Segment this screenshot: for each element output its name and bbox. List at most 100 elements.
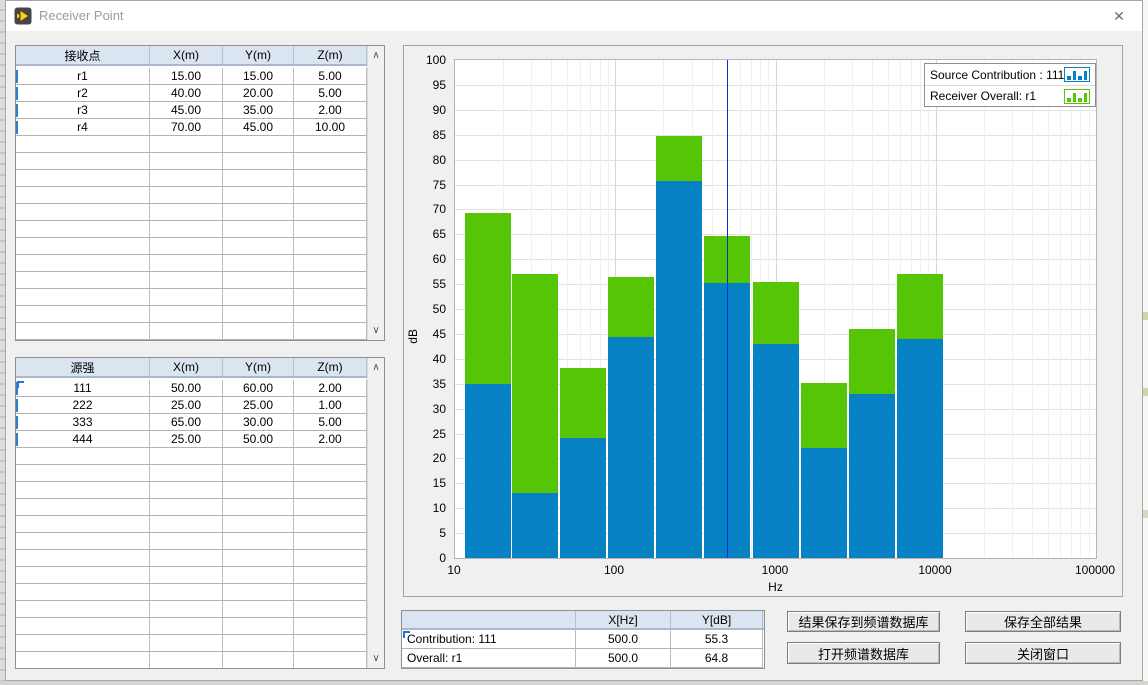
- receiver-table-cell[interactable]: [294, 323, 367, 340]
- source-table-cell[interactable]: 65.00: [150, 414, 223, 431]
- source-table-cell[interactable]: 25.00: [150, 431, 223, 448]
- source-table-cell[interactable]: [294, 448, 367, 465]
- receiver-table-row[interactable]: [16, 306, 367, 323]
- source-table-cell[interactable]: [16, 652, 150, 668]
- receiver-table-cell[interactable]: [294, 221, 367, 238]
- receiver-table-row[interactable]: r115.0015.005.00: [16, 68, 367, 85]
- close-icon[interactable]: ✕: [1104, 5, 1134, 27]
- receiver-table-cell[interactable]: [294, 153, 367, 170]
- source-table-cell[interactable]: [150, 601, 223, 618]
- source-table-cell[interactable]: 25.00: [223, 397, 294, 414]
- receiver-table-cell[interactable]: r1: [16, 68, 150, 85]
- source-table-row[interactable]: [16, 499, 367, 516]
- receiver-table-cell[interactable]: [150, 323, 223, 340]
- receiver-table-row[interactable]: r240.0020.005.00: [16, 85, 367, 102]
- source-table-cell[interactable]: [223, 465, 294, 482]
- source-table-cell[interactable]: [223, 618, 294, 635]
- source-table-cell[interactable]: [16, 618, 150, 635]
- readout-table-cell[interactable]: 500.0: [576, 630, 671, 649]
- source-table-scrollbar[interactable]: ∧ ∨: [367, 358, 384, 668]
- receiver-table-cell[interactable]: [150, 272, 223, 289]
- source-table-cell[interactable]: [150, 550, 223, 567]
- receiver-table-cell[interactable]: [16, 221, 150, 238]
- source-table-cell[interactable]: [16, 635, 150, 652]
- receiver-table-cell[interactable]: [16, 187, 150, 204]
- receiver-table-cell[interactable]: [223, 187, 294, 204]
- source-table-row[interactable]: 44425.0050.002.00: [16, 431, 367, 448]
- receiver-table-cell[interactable]: 10.00: [294, 119, 367, 136]
- source-table-cell[interactable]: [16, 601, 150, 618]
- receiver-table-cell[interactable]: [16, 170, 150, 187]
- source-table-row[interactable]: [16, 465, 367, 482]
- source-table-cell[interactable]: [294, 550, 367, 567]
- receiver-table-cell[interactable]: 15.00: [223, 68, 294, 85]
- receiver-table-cell[interactable]: [294, 255, 367, 272]
- source-table-row[interactable]: 22225.0025.001.00: [16, 397, 367, 414]
- source-table-row[interactable]: 11150.0060.002.00: [16, 380, 367, 397]
- source-table-cell[interactable]: 333: [16, 414, 150, 431]
- receiver-table-cell[interactable]: [150, 153, 223, 170]
- receiver-table-cell[interactable]: [223, 306, 294, 323]
- source-table-cell[interactable]: 1.00: [294, 397, 367, 414]
- source-table-cell[interactable]: 30.00: [223, 414, 294, 431]
- source-table-row[interactable]: [16, 635, 367, 652]
- source-table-cell[interactable]: 111: [16, 380, 150, 397]
- source-table-cell[interactable]: [223, 635, 294, 652]
- save-all-results-button[interactable]: 保存全部结果: [965, 611, 1121, 632]
- source-table-cell[interactable]: 2.00: [294, 431, 367, 448]
- receiver-table-row[interactable]: [16, 153, 367, 170]
- source-table-cell[interactable]: [223, 516, 294, 533]
- source-table-row[interactable]: [16, 533, 367, 550]
- receiver-table-cell[interactable]: [16, 255, 150, 272]
- scroll-down-icon[interactable]: ∨: [368, 323, 384, 338]
- source-table-row[interactable]: 33365.0030.005.00: [16, 414, 367, 431]
- source-table-row[interactable]: [16, 618, 367, 635]
- source-table-cell[interactable]: [16, 533, 150, 550]
- close-window-button[interactable]: 关闭窗口: [965, 642, 1121, 664]
- scroll-up-icon[interactable]: ∧: [368, 48, 384, 63]
- receiver-table-cell[interactable]: [223, 221, 294, 238]
- receiver-table-cell[interactable]: [223, 153, 294, 170]
- receiver-table-row[interactable]: [16, 289, 367, 306]
- source-table-cell[interactable]: [294, 516, 367, 533]
- receiver-table-cell[interactable]: [223, 238, 294, 255]
- receiver-table-cell[interactable]: [16, 323, 150, 340]
- source-table-cell[interactable]: [16, 550, 150, 567]
- source-table-row[interactable]: [16, 448, 367, 465]
- receiver-table-cell[interactable]: [150, 238, 223, 255]
- receiver-table-row[interactable]: [16, 238, 367, 255]
- receiver-table-cell[interactable]: [150, 255, 223, 272]
- receiver-table-cell[interactable]: [150, 204, 223, 221]
- source-table-cell[interactable]: [150, 516, 223, 533]
- source-table-cell[interactable]: [294, 635, 367, 652]
- source-table-cell[interactable]: [223, 601, 294, 618]
- source-table-cell[interactable]: [16, 482, 150, 499]
- source-table-cell[interactable]: [294, 652, 367, 668]
- receiver-table-row[interactable]: [16, 170, 367, 187]
- source-table-cell[interactable]: 2.00: [294, 380, 367, 397]
- readout-table-cell[interactable]: Overall: r1: [402, 649, 576, 668]
- receiver-table-scrollbar[interactable]: ∧ ∨: [367, 46, 384, 340]
- readout-table-cell[interactable]: 64.8: [671, 649, 763, 668]
- open-spectrum-db-button[interactable]: 打开频谱数据库: [787, 642, 940, 664]
- source-table-cell[interactable]: [294, 584, 367, 601]
- source-table-cell[interactable]: [16, 516, 150, 533]
- source-table-cell[interactable]: [16, 465, 150, 482]
- scroll-down-icon[interactable]: ∨: [368, 651, 384, 666]
- source-table-row[interactable]: [16, 567, 367, 584]
- source-table-cell[interactable]: [223, 482, 294, 499]
- scroll-up-icon[interactable]: ∧: [368, 360, 384, 375]
- receiver-table-cell[interactable]: [150, 170, 223, 187]
- source-table-cell[interactable]: [150, 533, 223, 550]
- receiver-table-cell[interactable]: [150, 187, 223, 204]
- source-table-cell[interactable]: 50.00: [150, 380, 223, 397]
- receiver-table-cell[interactable]: [223, 272, 294, 289]
- save-result-to-spectrum-db-button[interactable]: 结果保存到频谱数据库: [787, 611, 940, 632]
- source-table-cell[interactable]: [150, 465, 223, 482]
- source-table-cell[interactable]: [294, 482, 367, 499]
- source-table-cell[interactable]: [150, 499, 223, 516]
- receiver-table-cell[interactable]: 45.00: [150, 102, 223, 119]
- receiver-table-cell[interactable]: [150, 221, 223, 238]
- source-table-row[interactable]: [16, 601, 367, 618]
- source-table-row[interactable]: [16, 652, 367, 668]
